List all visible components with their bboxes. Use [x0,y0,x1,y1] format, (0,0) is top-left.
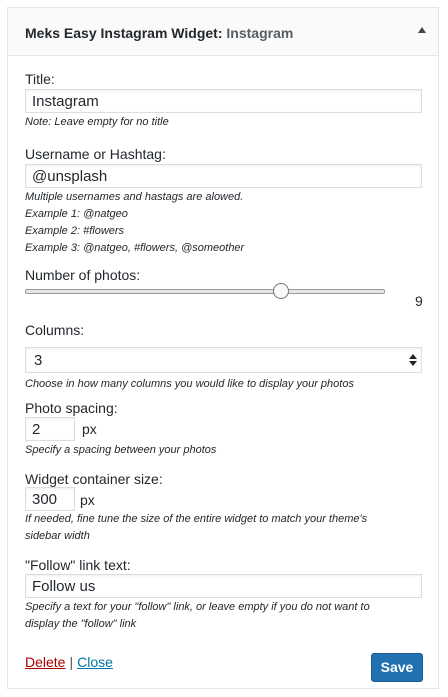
username-note-2: Example 1: @natgeo [25,208,128,220]
widget-title-instance: Instagram [226,25,294,41]
spacing-input[interactable] [25,417,75,441]
columns-note: Choose in how many columns you would lik… [25,378,354,390]
photos-slider-thumb[interactable] [273,283,289,299]
username-label: Username or Hashtag: [25,146,166,162]
username-note-4: Example 3: @natgeo, #flowers, @someother [25,242,245,254]
columns-select-value: 3 [34,352,43,369]
widget-title-main: Meks Easy Instagram Widget: [25,25,223,41]
link-separator: | [69,654,74,670]
delete-link[interactable]: Delete [25,654,65,670]
username-note-3: Example 2: #flowers [25,225,125,237]
title-input[interactable] [25,89,422,113]
spacing-unit: px [82,421,97,437]
save-button[interactable]: Save [371,653,423,682]
spacing-label: Photo spacing: [25,400,118,416]
photos-value: 9 [415,293,423,309]
container-note-1: If needed, fine tune the size of the ent… [25,513,368,525]
container-input[interactable] [25,487,75,511]
photos-slider-track[interactable] [25,289,385,294]
follow-note-1: Specify a text for your "follow" link, o… [25,601,370,613]
widget-title: Meks Easy Instagram Widget: Instagram [25,25,293,41]
username-input[interactable] [25,164,422,188]
container-label: Widget container size: [25,471,163,487]
widget-header[interactable]: Meks Easy Instagram Widget: Instagram [8,8,438,56]
title-label: Title: [25,71,55,87]
widget-panel: Meks Easy Instagram Widget: Instagram Ti… [7,7,439,689]
follow-input[interactable] [25,574,422,598]
username-note-1: Multiple usernames and hastags are alowe… [25,191,244,203]
footer-links: Delete | Close [25,654,113,670]
photos-label: Number of photos: [25,267,141,283]
columns-select[interactable]: 3 [25,347,422,373]
select-arrows-icon [409,354,417,366]
container-note-2: sidebar width [25,530,90,542]
triangle-up-icon[interactable] [418,27,426,33]
container-unit: px [80,492,95,508]
title-note: Note: Leave empty for no title [25,116,169,128]
follow-label: "Follow" link text: [25,557,131,573]
columns-label: Columns: [25,322,85,338]
spacing-note: Specify a spacing between your photos [25,444,217,456]
follow-note-2: display the "follow" link [25,618,137,630]
close-link[interactable]: Close [77,654,113,670]
